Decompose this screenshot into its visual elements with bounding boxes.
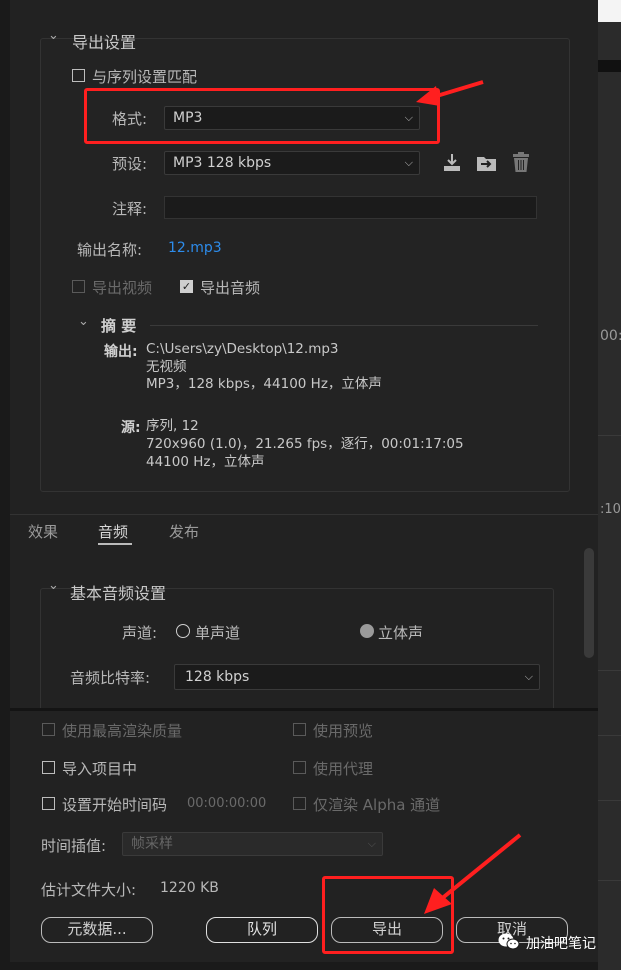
arrow-head-format — [416, 86, 440, 106]
arrow-to-format — [429, 80, 484, 100]
wechat-icon — [498, 933, 520, 950]
arrow-to-export — [438, 833, 522, 902]
annotation-arrows — [416, 80, 522, 914]
watermark: 加油吧笔记 — [494, 928, 614, 958]
watermark-text: 加油吧笔记 — [526, 936, 596, 952]
